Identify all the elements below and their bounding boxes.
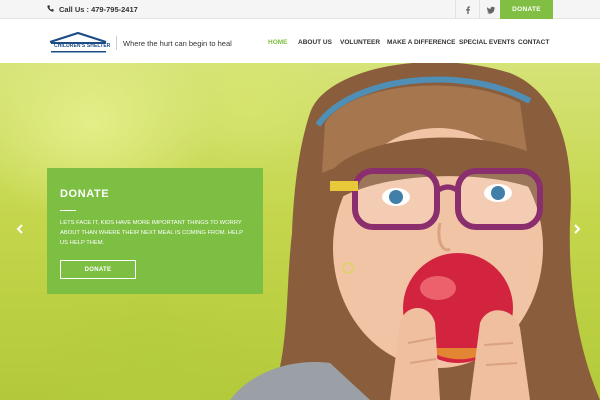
slider-prev-button[interactable] <box>15 223 25 237</box>
slider-next-button[interactable] <box>572 223 582 237</box>
logo[interactable]: CHILDREN'S SHELTER <box>48 31 111 54</box>
donate-panel-button[interactable]: DONATE <box>60 260 136 279</box>
twitter-icon <box>486 1 495 19</box>
phone-icon <box>47 5 54 14</box>
nav-make-a-difference[interactable]: MAKE A DIFFERENCE <box>387 39 456 46</box>
donate-panel-divider <box>60 210 76 211</box>
donate-panel-text: LETS FACE IT, KIDS HAVE MORE IMPORTANT T… <box>60 220 243 246</box>
chevron-right-icon <box>573 221 581 239</box>
facebook-link[interactable] <box>455 0 479 19</box>
tagline-divider <box>116 36 117 50</box>
call-us-text: Call Us : 479-795-2417 <box>59 5 138 14</box>
nav-home[interactable]: HOME <box>268 39 288 46</box>
nav-contact[interactable]: CONTACT <box>518 39 549 46</box>
site-header: CHILDREN'S SHELTER Where the hurt can be… <box>0 19 600 63</box>
logo-text: CHILDREN'S SHELTER <box>54 43 111 49</box>
top-bar: Call Us : 479-795-2417 DONATE <box>0 0 600 19</box>
facebook-icon <box>464 1 472 19</box>
nav-special-events[interactable]: SPECIAL EVENTS <box>459 39 515 46</box>
hero-slider: DONATE LETS FACE IT, KIDS HAVE MORE IMPO… <box>0 63 600 400</box>
donate-panel: DONATE LETS FACE IT, KIDS HAVE MORE IMPO… <box>47 168 263 294</box>
hero-photo-girl-with-apple <box>230 63 600 400</box>
nav-about-us[interactable]: ABOUT US <box>298 39 332 46</box>
donate-panel-title: DONATE <box>60 188 110 200</box>
chevron-left-icon <box>16 221 24 239</box>
call-us[interactable]: Call Us : 479-795-2417 <box>47 5 138 14</box>
tagline: Where the hurt can begin to heal <box>123 39 232 48</box>
nav-volunteer[interactable]: VOLUNTEER <box>340 39 380 46</box>
donate-top-button[interactable]: DONATE <box>500 0 553 19</box>
